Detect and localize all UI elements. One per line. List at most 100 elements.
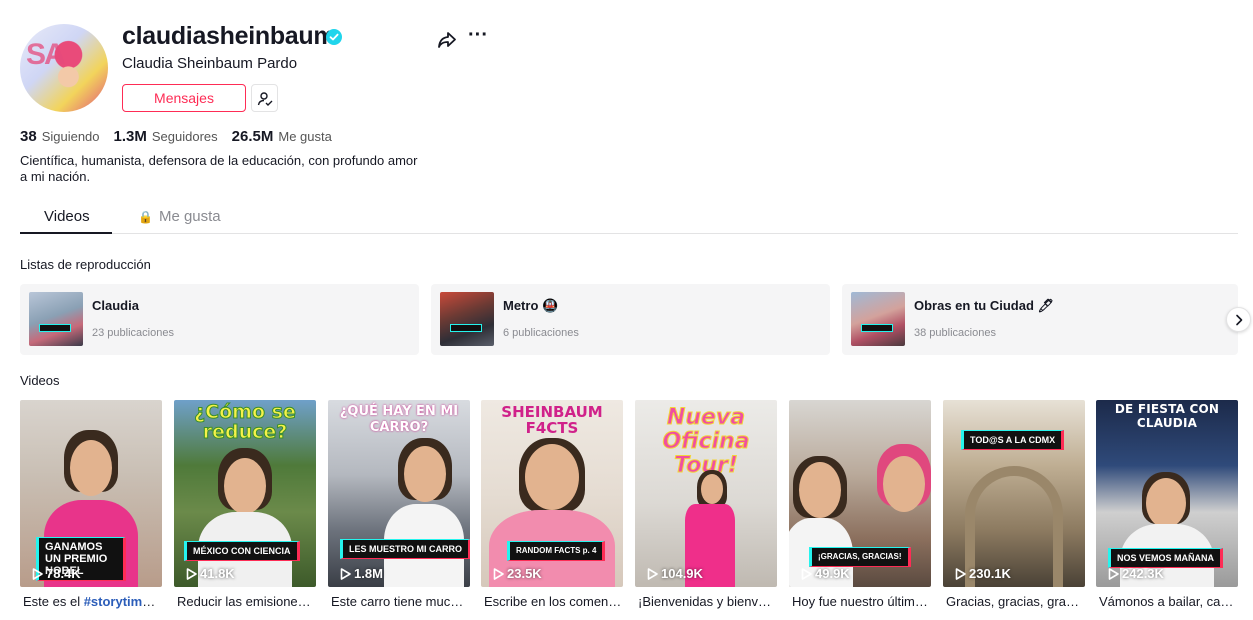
video-card[interactable]: Nueva Oficina Tour! 104.9K ¡Bienvenidas …: [635, 400, 777, 615]
share-icon[interactable]: [437, 30, 457, 50]
video-description: Este carro tiene mucha...: [331, 594, 469, 609]
playlist-title: Claudia: [92, 298, 139, 313]
video-views: 242.3K: [1108, 566, 1164, 581]
video-thumbnail: ¡GRACIAS, GRACIAS! 49.9K: [789, 400, 931, 587]
video-card[interactable]: ¿QUÉ HAY EN MI CARRO? LES MUESTRO MI CAR…: [328, 400, 470, 615]
video-thumbnail: GANAMOS UN PREMIO NOBEL 78.4K: [20, 400, 162, 587]
video-card[interactable]: ¡GRACIAS, GRACIAS! 49.9K Hoy fue nuestro…: [789, 400, 931, 615]
verified-icon: [326, 29, 342, 45]
desc-text: Este es el: [23, 594, 84, 609]
stat-following[interactable]: 38 Siguiendo: [20, 128, 100, 146]
follow-options-button[interactable]: [251, 84, 278, 112]
video-description: Reducir las emisiones ...: [177, 594, 315, 609]
play-icon: [340, 567, 351, 580]
video-card[interactable]: ¿Cómo se reduce? MÉXICO CON CIENCIA 41.8…: [174, 400, 316, 615]
views-count: 242.3K: [1122, 566, 1164, 581]
video-views: 230.1K: [955, 566, 1011, 581]
stat-label: Siguiendo: [41, 129, 100, 144]
play-icon: [955, 567, 966, 580]
video-views: 23.5K: [493, 566, 542, 581]
video-views: 104.9K: [647, 566, 703, 581]
stat-followers[interactable]: 1.3M Seguidores: [114, 128, 218, 146]
play-icon: [647, 567, 658, 580]
video-badge: ¡GRACIAS, GRACIAS!: [809, 547, 911, 567]
video-description: Vámonos a bailar, cant...: [1099, 594, 1237, 609]
profile-bio: Científica, humanista, defensora de la e…: [20, 153, 418, 184]
stat-likes: 26.5M Me gusta: [232, 128, 332, 146]
video-thumbnail: SHEINBAUM F4CTS RANDOM FACTS p. 4 23.5K: [481, 400, 623, 587]
video-headline: ¿QUÉ HAY EN MI CARRO?: [339, 404, 459, 435]
tab-videos[interactable]: Videos: [44, 208, 90, 225]
message-button[interactable]: Mensajes: [122, 84, 246, 112]
hashtag-link[interactable]: #storytime ...: [84, 594, 161, 609]
playlist-card[interactable]: Obras en tu Ciudad 🖊 38 publicaciones: [842, 284, 1238, 355]
video-thumbnail: TOD@S A LA CDMX 230.1K: [943, 400, 1085, 587]
avatar[interactable]: SA: [20, 24, 108, 112]
video-thumbnail: Nueva Oficina Tour! 104.9K: [635, 400, 777, 587]
playlist-count: 38 publicaciones: [914, 327, 996, 339]
video-description: Escribe en los coment...: [484, 594, 622, 609]
playlist-card[interactable]: Metro 🚇 6 publicaciones: [431, 284, 830, 355]
desc-text: Hoy fue nuestro último...: [792, 594, 930, 609]
tab-likes-label: Me gusta: [158, 208, 221, 225]
video-description: ¡Bienvenidas y bienve...: [638, 594, 776, 609]
video-views: 1.8M: [340, 566, 383, 581]
video-headline: Nueva Oficina Tour!: [662, 405, 750, 478]
active-tab-indicator: [20, 232, 112, 234]
video-views: 78.4K: [32, 566, 81, 581]
video-headline: SHEINBAUM F4CTS: [501, 403, 603, 437]
profile-header: SA claudiasheinbaum ··· Claudia Sheinbau…: [20, 22, 520, 117]
playlist-count: 23 publicaciones: [92, 327, 174, 339]
video-badge: NOS VEMOS MAÑANA: [1108, 548, 1224, 568]
more-options-icon[interactable]: ···: [468, 25, 490, 48]
profile-nickname: Claudia Sheinbaum Pardo: [122, 55, 298, 72]
playlist-count: 6 publicaciones: [503, 327, 579, 339]
desc-text: Gracias, gracias, graci...: [946, 594, 1084, 609]
profile-username: claudiasheinbaum: [122, 22, 336, 50]
desc-text: Vámonos a bailar, cant...: [1099, 594, 1237, 609]
video-badge: MÉXICO CON CIENCIA: [184, 541, 300, 561]
video-card[interactable]: DE FIESTA CON CLAUDIA NOS VEMOS MAÑANA 2…: [1096, 400, 1238, 615]
video-description: Hoy fue nuestro último...: [792, 594, 930, 609]
profile-stats: 38 Siguiendo 1.3M Seguidores 26.5M Me gusta: [20, 128, 332, 148]
play-icon: [186, 567, 197, 580]
video-card[interactable]: SHEINBAUM F4CTS RANDOM FACTS p. 4 23.5K …: [481, 400, 623, 615]
video-description: Este es el #storytime ...: [23, 594, 161, 609]
video-badge: RANDOM FACTS p. 4: [507, 541, 606, 561]
views-count: 78.4K: [46, 566, 81, 581]
video-headline: ¿Cómo se reduce?: [194, 401, 297, 443]
video-badge: LES MUESTRO MI CARRO: [340, 539, 470, 559]
video-thumbnail: ¿QUÉ HAY EN MI CARRO? LES MUESTRO MI CAR…: [328, 400, 470, 587]
video-views: 41.8K: [186, 566, 235, 581]
stat-value: 1.3M: [113, 128, 147, 145]
playlist-card[interactable]: Claudia 23 publicaciones: [20, 284, 419, 355]
stat-label: Me gusta: [278, 129, 332, 144]
profile-tabs: Videos 🔒 Me gusta: [20, 200, 1238, 234]
views-count: 230.1K: [969, 566, 1011, 581]
chevron-right-icon: [1236, 314, 1243, 326]
playlist-title: Metro 🚇: [503, 298, 559, 313]
stat-value: 38: [20, 128, 37, 145]
playlists-title: Listas de reproducción: [20, 257, 151, 272]
user-check-icon: [257, 92, 273, 106]
playlist-thumbnail: [29, 292, 83, 346]
playlist-thumbnail: [851, 292, 905, 346]
views-count: 41.8K: [200, 566, 235, 581]
playlist-next-button[interactable]: [1226, 307, 1251, 332]
video-card[interactable]: GANAMOS UN PREMIO NOBEL 78.4K Este es el…: [20, 400, 162, 615]
views-count: 1.8M: [354, 566, 383, 581]
video-thumbnail: ¿Cómo se reduce? MÉXICO CON CIENCIA 41.8…: [174, 400, 316, 587]
avatar-logo-text: SA: [26, 38, 66, 71]
play-icon: [493, 567, 504, 580]
lock-icon: 🔒: [138, 210, 153, 224]
desc-text: ¡Bienvenidas y bienve...: [638, 594, 776, 609]
tab-likes[interactable]: 🔒 Me gusta: [138, 208, 221, 225]
stat-label: Seguidores: [151, 129, 218, 144]
desc-text: Reducir las emisiones ...: [177, 594, 315, 609]
play-icon: [32, 567, 43, 580]
video-card[interactable]: TOD@S A LA CDMX 230.1K Gracias, gracias,…: [943, 400, 1085, 615]
video-badge: TOD@S A LA CDMX: [961, 430, 1065, 450]
views-count: 23.5K: [507, 566, 542, 581]
play-icon: [1108, 567, 1119, 580]
playlist-thumbnail: [440, 292, 494, 346]
